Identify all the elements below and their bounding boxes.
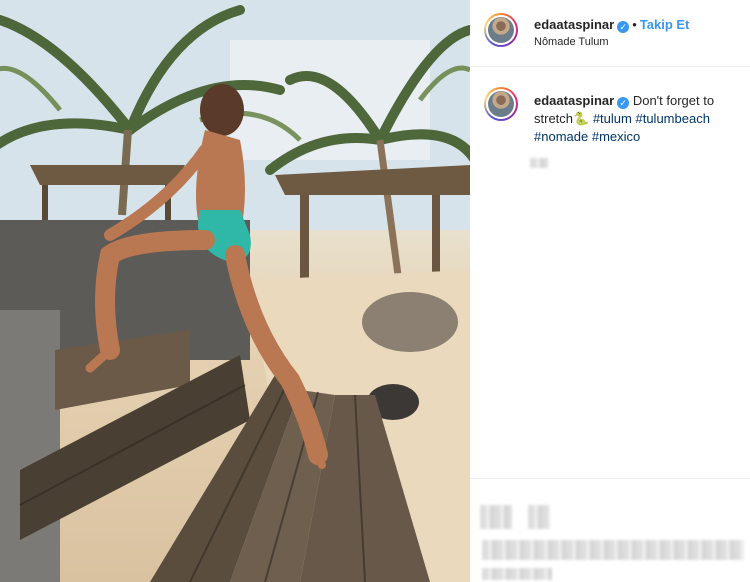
snake-emoji: 🐍 [573, 111, 590, 126]
caption-profile-picture [488, 91, 514, 117]
footer-divider [470, 478, 750, 479]
beach-stretch-photo [0, 0, 470, 582]
caption-text-2: stretch [534, 111, 574, 126]
caption-username[interactable]: edaataspinar [534, 93, 614, 108]
post-caption: edaataspinar ✓ Don't forget to stretch🐍 #… [534, 92, 734, 146]
post-side-panel: edaataspinar ✓ • Takip Et Nômade Tulum edaa… [470, 0, 750, 582]
caption-text-1: Don't forget to [632, 93, 715, 108]
hashtag-tulumbeach[interactable]: #tulumbeach [635, 111, 709, 126]
hashtag-tulum[interactable]: #tulum [593, 111, 632, 126]
verified-badge-icon: ✓ [617, 97, 630, 109]
blurred-likes-text [482, 540, 744, 560]
avatar[interactable] [484, 13, 518, 47]
verified-badge-icon: ✓ [617, 21, 630, 33]
caption-avatar[interactable] [484, 87, 518, 121]
profile-picture [488, 17, 514, 43]
follow-button[interactable]: Takip Et [640, 17, 690, 32]
location-link[interactable]: Nômade Tulum [534, 36, 609, 48]
blurred-timestamp [530, 158, 548, 168]
separator-dot: • [632, 17, 637, 32]
header-username[interactable]: edaataspinar [534, 17, 614, 32]
post-photo[interactable] [0, 0, 470, 582]
blurred-likes-avatar-2 [528, 505, 550, 529]
hashtag-nomade[interactable]: #nomade [534, 129, 588, 144]
header-user-row: edaataspinar ✓ • Takip Et [534, 16, 689, 34]
post-header: edaataspinar ✓ • Takip Et Nômade Tulum [470, 0, 750, 67]
hashtag-mexico[interactable]: #mexico [592, 129, 640, 144]
blurred-footer-text [482, 568, 552, 580]
blurred-likes-avatar [480, 505, 512, 529]
